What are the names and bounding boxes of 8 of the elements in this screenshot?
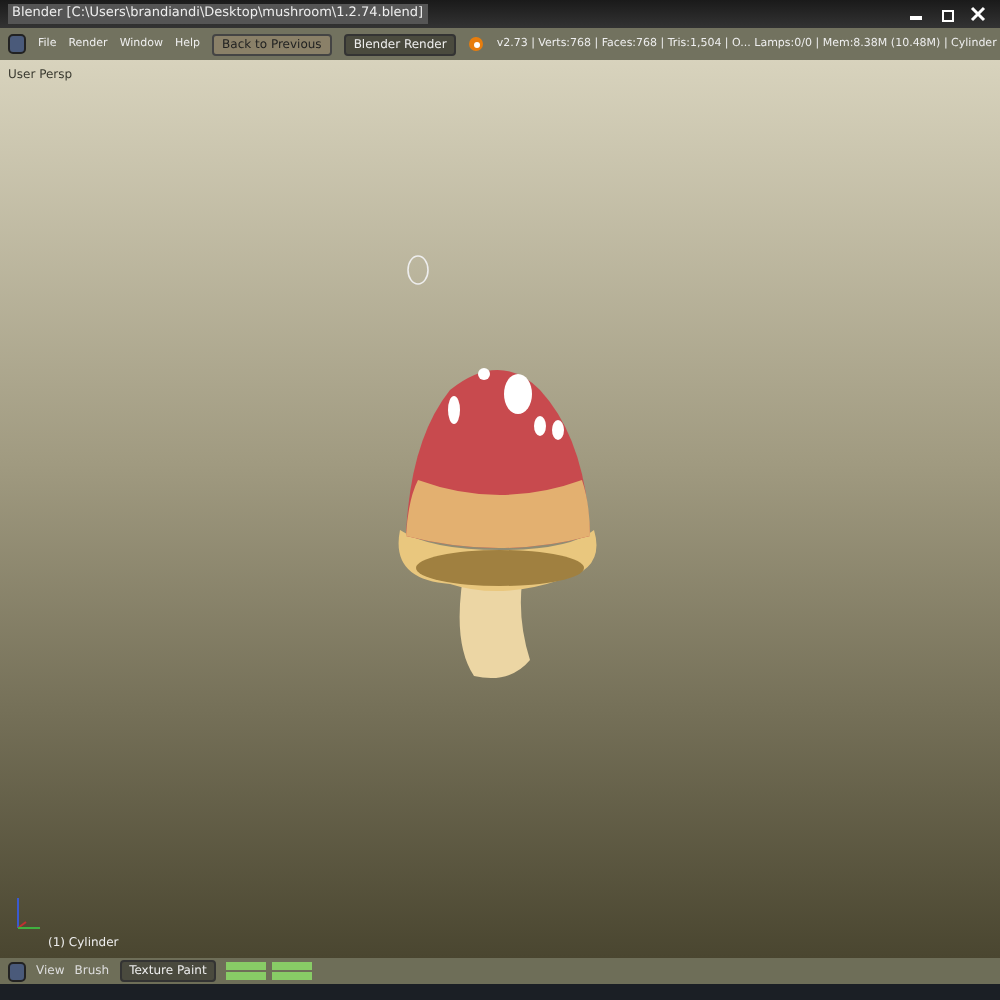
layers-icon[interactable] <box>226 962 315 980</box>
close-icon <box>970 5 986 22</box>
blender-logo-icon <box>468 36 485 52</box>
editor-type-icon[interactable] <box>8 961 26 981</box>
restore-icon <box>939 5 955 22</box>
axis-icon <box>12 894 44 934</box>
cursor-icon <box>406 254 430 286</box>
editor-type-icon[interactable] <box>8 34 26 54</box>
